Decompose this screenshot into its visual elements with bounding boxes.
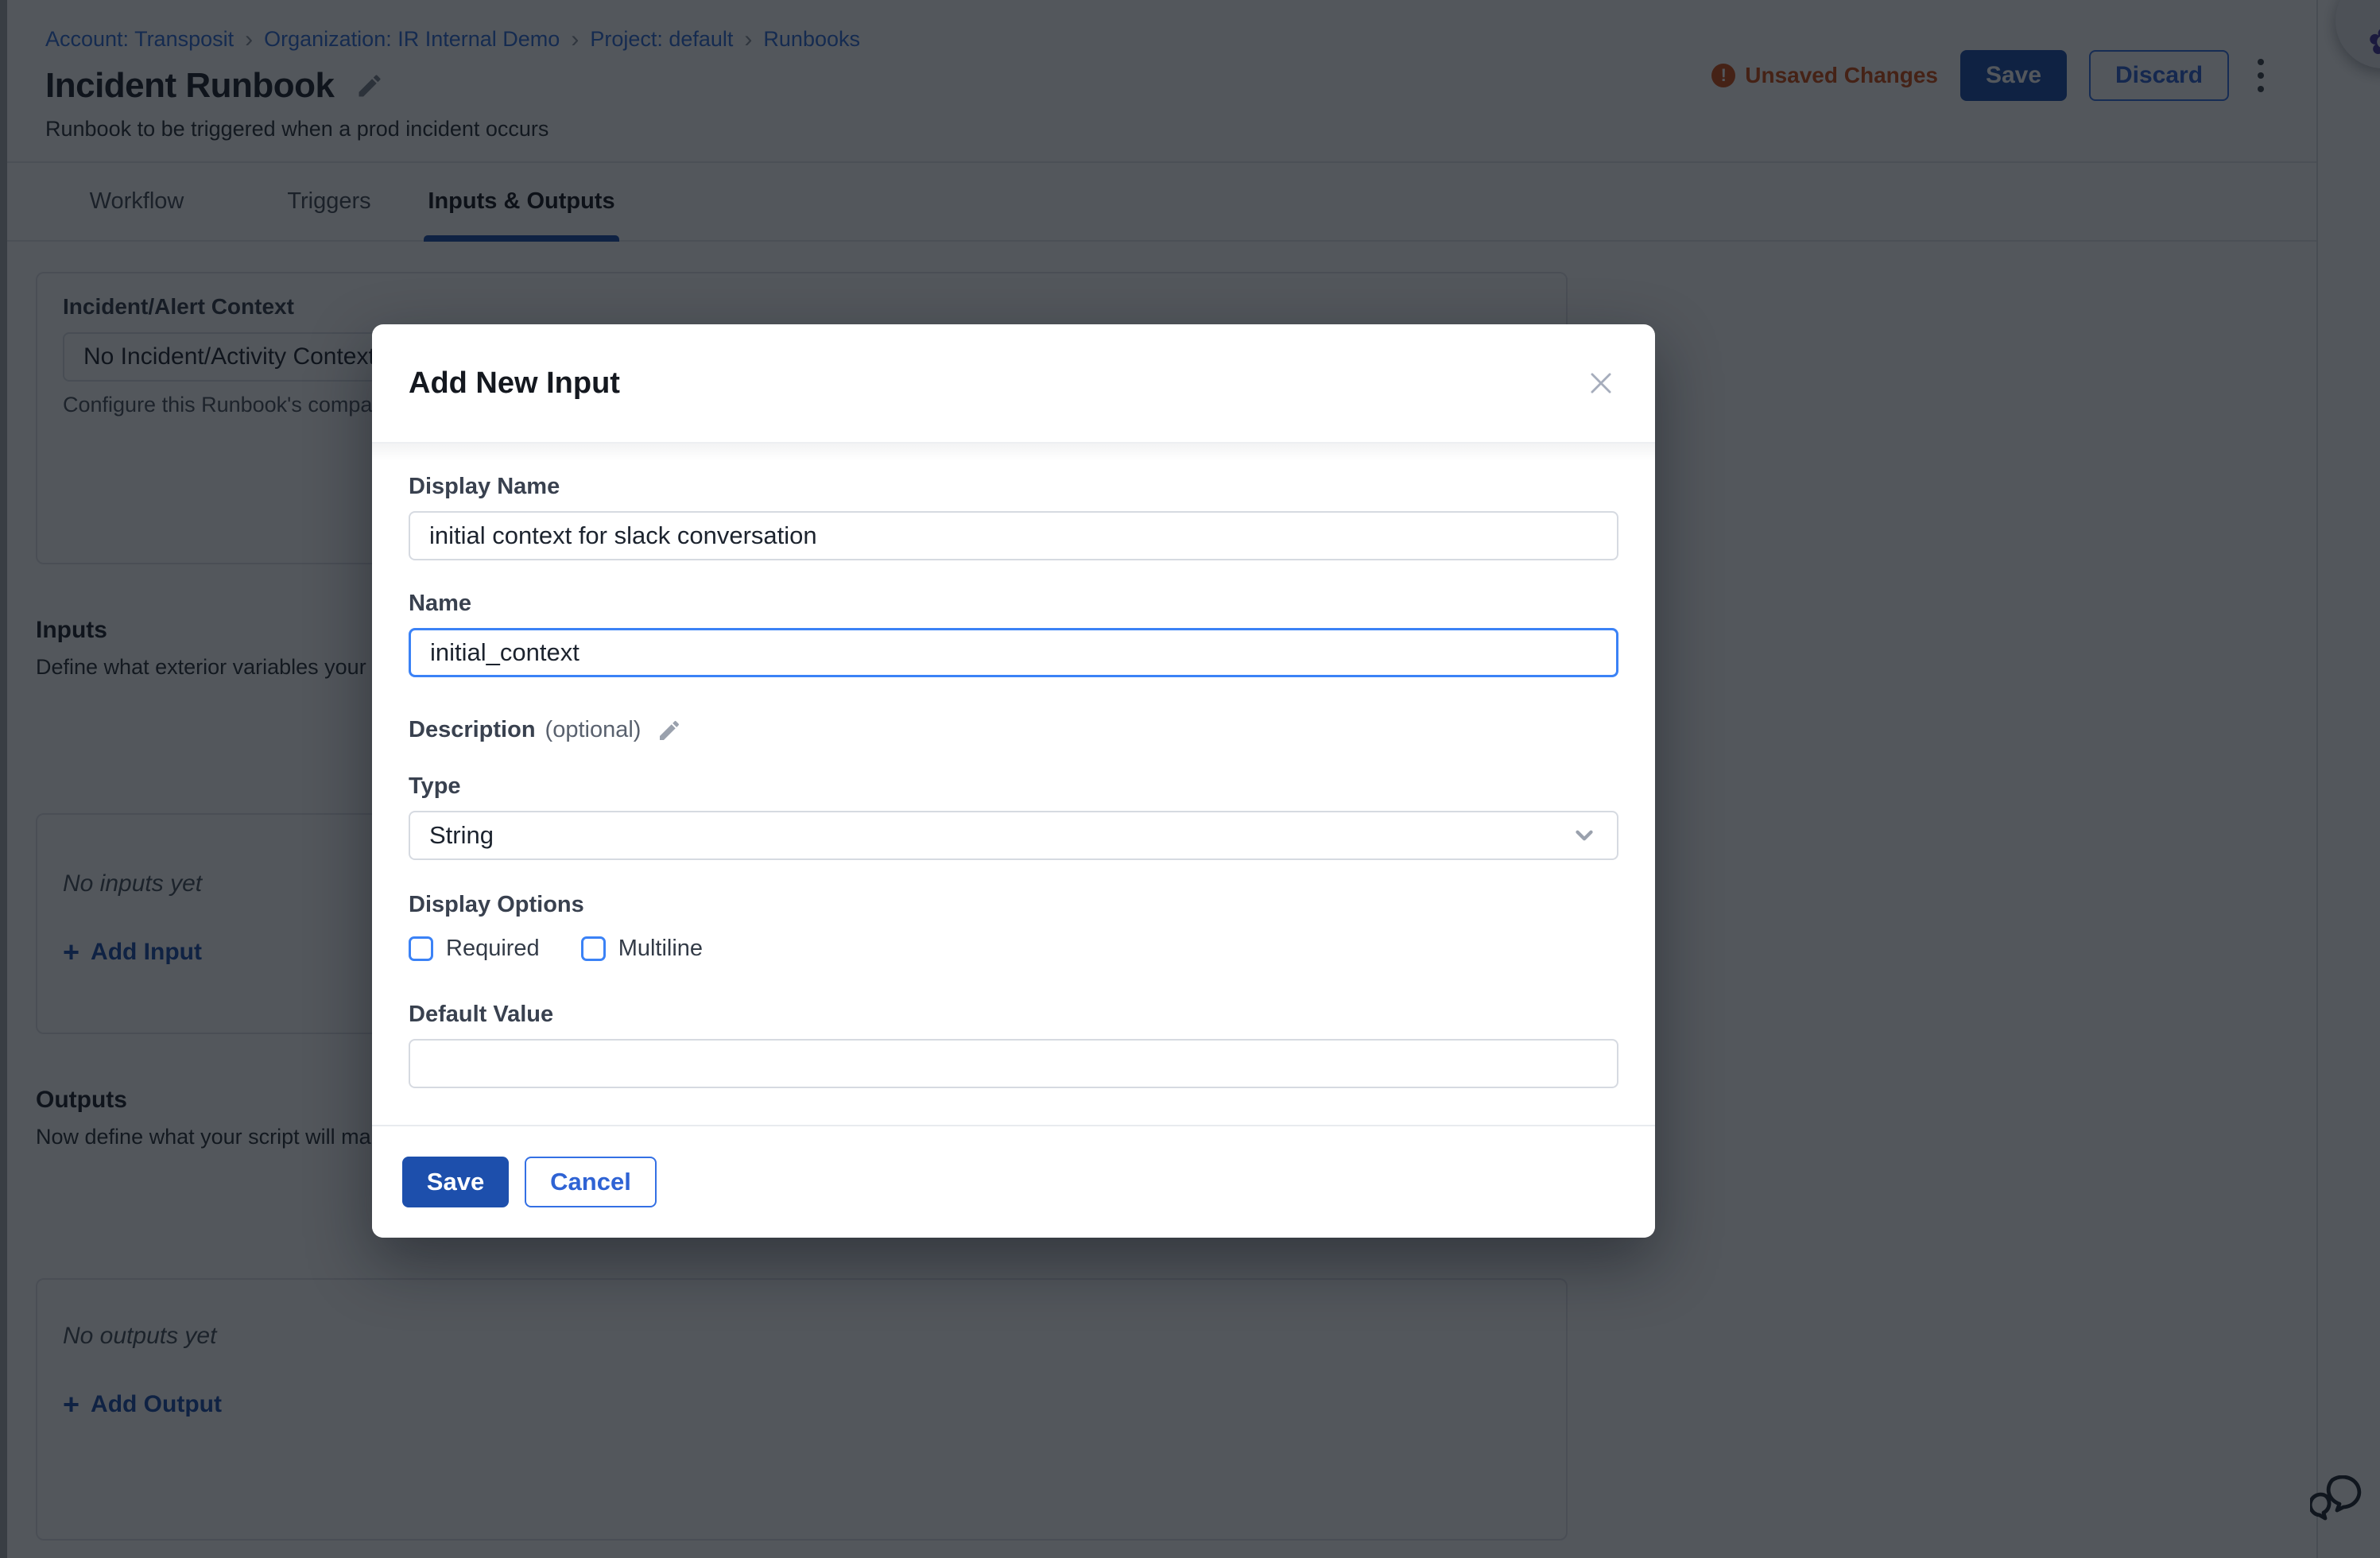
- multiline-checkbox-group[interactable]: Multiline: [581, 936, 703, 962]
- name-label: Name: [409, 591, 1618, 617]
- multiline-checkbox-label: Multiline: [618, 936, 703, 962]
- modal-body: Display Name Name Description (optional)…: [372, 474, 1655, 1088]
- modal-header-shadow: [372, 444, 1655, 461]
- add-new-input-modal: Add New Input Display Name Name Descript…: [372, 324, 1655, 1238]
- required-checkbox-group[interactable]: Required: [409, 936, 540, 962]
- edit-description-pencil-icon[interactable]: [657, 718, 682, 743]
- modal-save-button[interactable]: Save: [402, 1157, 509, 1207]
- type-select-value: String: [429, 821, 494, 850]
- screen: Account: Transposit › Organization: IR I…: [0, 0, 2380, 1558]
- modal-cancel-button[interactable]: Cancel: [525, 1157, 657, 1207]
- modal-footer: Save Cancel: [372, 1125, 1655, 1238]
- default-value-label: Default Value: [409, 1002, 1618, 1028]
- required-checkbox-label: Required: [446, 936, 540, 962]
- multiline-checkbox[interactable]: [581, 936, 606, 961]
- type-label: Type: [409, 773, 1618, 800]
- display-name-label: Display Name: [409, 474, 1618, 500]
- type-select[interactable]: String: [409, 811, 1618, 860]
- chevron-down-icon: [1571, 822, 1598, 849]
- display-options-label: Display Options: [409, 892, 1618, 918]
- modal-header: Add New Input: [372, 324, 1655, 444]
- default-value-input[interactable]: [409, 1039, 1618, 1088]
- description-optional-label: (optional): [545, 717, 642, 743]
- close-icon[interactable]: [1583, 366, 1618, 401]
- modal-title: Add New Input: [409, 366, 620, 401]
- display-name-input[interactable]: [409, 511, 1618, 560]
- name-input[interactable]: [409, 628, 1618, 677]
- description-label: Description: [409, 717, 536, 743]
- required-checkbox[interactable]: [409, 936, 433, 961]
